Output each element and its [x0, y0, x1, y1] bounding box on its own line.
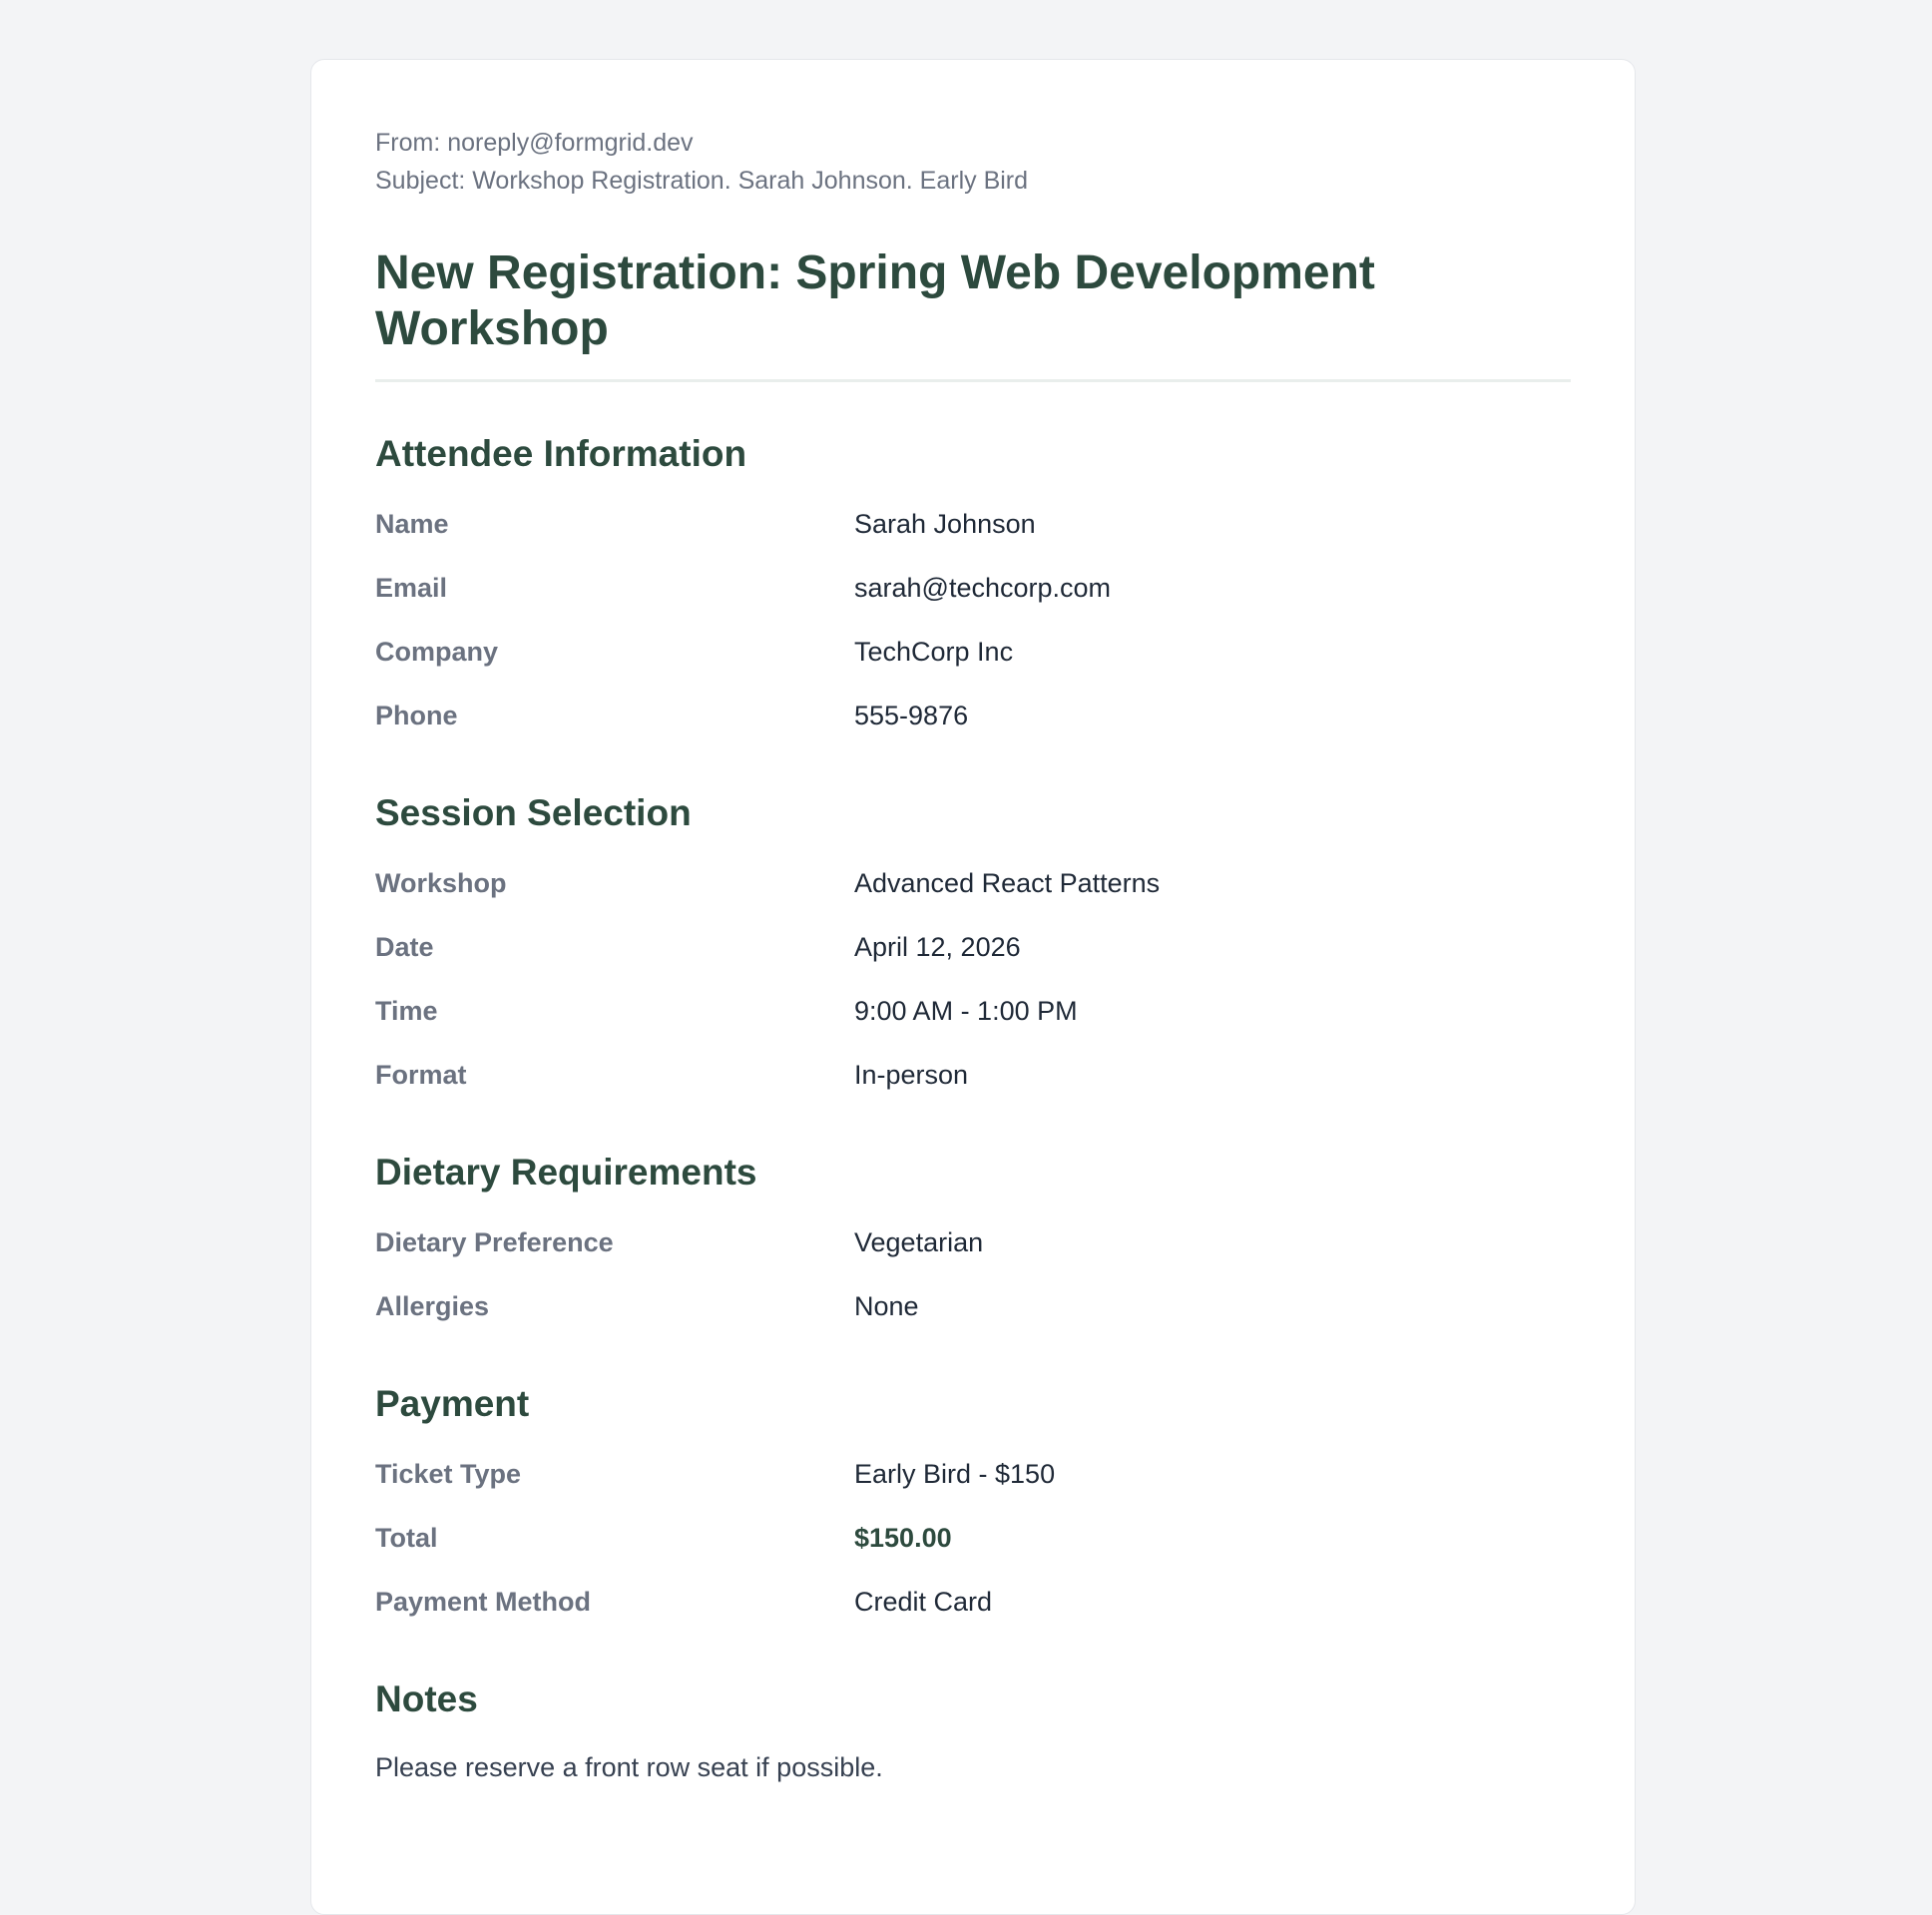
field-label: Allergies — [375, 1290, 490, 1321]
field-label: Company — [375, 636, 499, 667]
title-divider — [375, 379, 1571, 382]
field-row-dietary-preference: Dietary Preference Vegetarian — [375, 1210, 1571, 1274]
field-label: Phone — [375, 700, 458, 730]
field-row-phone: Phone 555-9876 — [375, 684, 1571, 747]
field-value: Sarah Johnson — [854, 508, 1036, 539]
session-fields: Workshop Advanced React Patterns Date Ap… — [375, 851, 1571, 1107]
field-value: Vegetarian — [854, 1226, 984, 1257]
field-value: April 12, 2026 — [854, 931, 1021, 962]
field-label: Total — [375, 1522, 438, 1553]
section-title-session: Session Selection — [375, 792, 692, 833]
field-value: Advanced React Patterns — [854, 867, 1161, 898]
field-row-workshop: Workshop Advanced React Patterns — [375, 851, 1571, 915]
field-label: Date — [375, 931, 434, 962]
email-content: From: noreply@formgrid.dev Subject: Work… — [375, 60, 1571, 1785]
section-title-notes: Notes — [375, 1678, 478, 1719]
field-label: Dietary Preference — [375, 1226, 614, 1257]
email-card: From: noreply@formgrid.dev Subject: Work… — [310, 59, 1636, 1915]
page-title: New Registration: Spring Web Development… — [375, 246, 1375, 355]
field-row-name: Name Sarah Johnson — [375, 492, 1571, 556]
section-title-dietary: Dietary Requirements — [375, 1152, 757, 1193]
payment-fields: Ticket Type Early Bird - $150 Total $150… — [375, 1442, 1571, 1634]
field-value: 9:00 AM - 1:00 PM — [854, 995, 1078, 1026]
field-row-payment-method: Payment Method Credit Card — [375, 1570, 1571, 1634]
field-label: Payment Method — [375, 1586, 592, 1617]
field-row-company: Company TechCorp Inc — [375, 620, 1571, 684]
field-value: None — [854, 1290, 919, 1321]
section-title-payment: Payment — [375, 1383, 530, 1424]
notes-text: Please reserve a front row seat if possi… — [375, 1752, 883, 1782]
field-row-email: Email sarah@techcorp.com — [375, 556, 1571, 620]
attendee-fields: Name Sarah Johnson Email sarah@techcorp.… — [375, 492, 1571, 747]
field-row-total: Total $150.00 — [375, 1506, 1571, 1570]
field-row-time: Time 9:00 AM - 1:00 PM — [375, 979, 1571, 1043]
field-label: Workshop — [375, 867, 507, 898]
field-value: In-person — [854, 1059, 969, 1090]
field-row-allergies: Allergies None — [375, 1274, 1571, 1338]
field-value: TechCorp Inc — [854, 636, 1014, 667]
email-from: From: noreply@formgrid.dev — [375, 129, 694, 157]
email-subject: Subject: Workshop Registration. Sarah Jo… — [375, 167, 1029, 195]
field-value: 555-9876 — [854, 700, 969, 730]
field-label: Time — [375, 995, 438, 1026]
field-value: Credit Card — [854, 1586, 993, 1617]
field-label: Email — [375, 572, 448, 603]
field-value: Early Bird - $150 — [854, 1458, 1056, 1489]
dietary-fields: Dietary Preference Vegetarian Allergies … — [375, 1210, 1571, 1338]
field-row-ticket-type: Ticket Type Early Bird - $150 — [375, 1442, 1571, 1506]
field-label: Format — [375, 1059, 467, 1090]
field-value: sarah@techcorp.com — [854, 572, 1112, 603]
field-row-date: Date April 12, 2026 — [375, 915, 1571, 979]
section-title-attendee: Attendee Information — [375, 433, 747, 474]
field-label: Name — [375, 508, 449, 539]
total-amount: $150.00 — [854, 1522, 952, 1553]
field-label: Ticket Type — [375, 1458, 522, 1489]
field-row-format: Format In-person — [375, 1043, 1571, 1107]
